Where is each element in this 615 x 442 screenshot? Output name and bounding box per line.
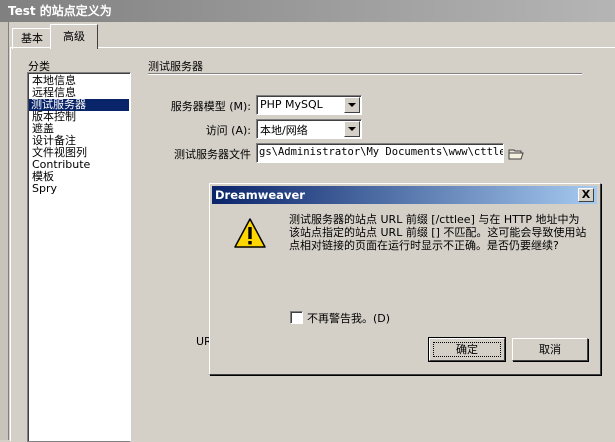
ok-button-focus-rect bbox=[433, 342, 501, 357]
access-value: 本地/网络 bbox=[260, 124, 308, 137]
category-list[interactable]: 本地信息 远程信息 测试服务器 版本控制 遮盖 设计备注 文件视图列 Contr… bbox=[27, 72, 131, 442]
testing-server-folder-label: 测试服务器文件 bbox=[174, 148, 251, 161]
background-strip bbox=[0, 22, 9, 440]
window-title: Test 的站点定义为 bbox=[8, 4, 112, 18]
server-model-select[interactable]: PHP MySQL bbox=[256, 95, 362, 115]
server-model-value: PHP MySQL bbox=[260, 98, 323, 111]
tab-advanced[interactable]: 高级 bbox=[50, 24, 98, 49]
server-model-dropdown-arrow-icon[interactable] bbox=[344, 97, 360, 113]
section-title: 测试服务器 bbox=[148, 60, 203, 73]
ok-button[interactable]: 确定 bbox=[428, 337, 506, 362]
access-dropdown-arrow-icon[interactable] bbox=[344, 121, 360, 137]
testing-server-folder-value: gs\Administrator\My Documents\www\cttlee bbox=[259, 146, 504, 158]
window-titlebar[interactable]: Test 的站点定义为 bbox=[0, 0, 615, 22]
server-model-label: 服务器模型 (M): bbox=[170, 100, 251, 113]
dialog-title: Dreamweaver bbox=[215, 188, 305, 202]
dialog-titlebar[interactable]: Dreamweaver X bbox=[212, 186, 597, 204]
testing-server-folder-input[interactable]: gs\Administrator\My Documents\www\cttlee bbox=[256, 143, 504, 163]
cancel-button-label: 取消 bbox=[539, 343, 561, 356]
category-item-spry[interactable]: Spry bbox=[30, 183, 59, 195]
cancel-button[interactable]: 取消 bbox=[512, 338, 588, 361]
dialog-message: 测试服务器的站点 URL 前缀 [/cttlee] 与在 HTTP 地址中为该站… bbox=[289, 213, 587, 252]
access-label: 访问 (A): bbox=[205, 124, 251, 137]
dialog-close-button[interactable]: X bbox=[578, 188, 594, 202]
dont-warn-checkbox[interactable] bbox=[290, 311, 303, 324]
browse-folder-icon[interactable] bbox=[508, 148, 524, 160]
section-divider bbox=[148, 73, 582, 75]
warning-icon bbox=[234, 218, 266, 248]
warning-dialog: Dreamweaver X 测试服务器的站点 URL 前缀 [/cttlee] … bbox=[209, 183, 601, 375]
tab-basic[interactable]: 基本 bbox=[12, 28, 52, 49]
dont-warn-checkbox-label[interactable]: 不再警告我。(D) bbox=[307, 310, 390, 326]
access-select[interactable]: 本地/网络 bbox=[256, 119, 362, 139]
